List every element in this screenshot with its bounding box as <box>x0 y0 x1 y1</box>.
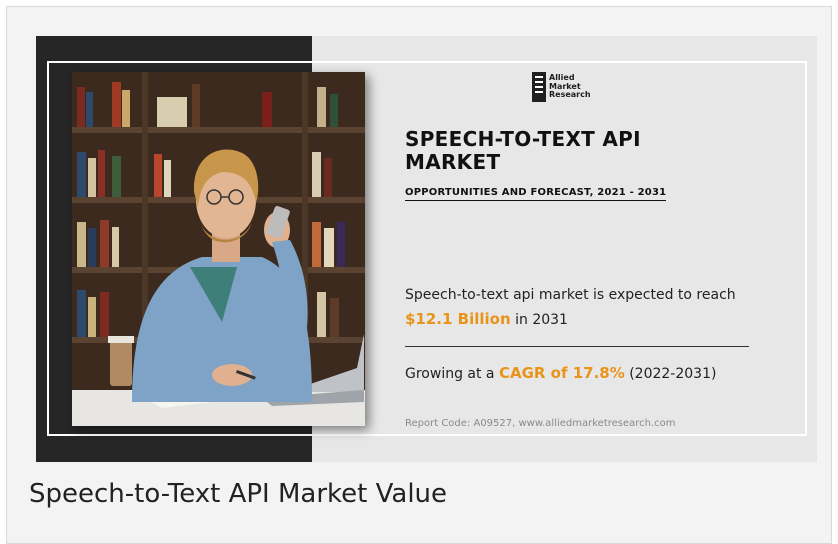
cagr-highlight: CAGR of 17.8% <box>498 364 625 382</box>
banner-subtitle: OPPORTUNITIES AND FORECAST, 2021 - 2031 <box>405 187 667 201</box>
growth-text: Growing at a CAGR of 17.8% (2022-2031) <box>405 364 765 382</box>
growth-prefix: Growing at a <box>405 366 495 382</box>
market-expectation-text: Speech-to-text api market is expected to… <box>405 283 745 332</box>
title-line-1: SPEECH-TO-TEXT API <box>405 127 641 151</box>
figure-caption: Speech-to-Text API Market Value <box>29 479 448 509</box>
report-code: Report Code: A09527, www.alliedmarketres… <box>405 418 676 429</box>
figure-card: Allied Market Research SPEECH-TO-TEXT AP… <box>6 6 832 544</box>
growth-suffix: (2022-2031) <box>629 366 717 382</box>
title-line-2: MARKET <box>405 150 501 174</box>
allied-market-research-logo: Allied Market Research <box>532 72 609 102</box>
divider <box>405 346 749 347</box>
logo-line-3: Research <box>549 90 591 100</box>
logo-icon <box>532 72 546 102</box>
expect-suffix: in 2031 <box>515 312 568 328</box>
banner-title: SPEECH-TO-TEXT API MARKET <box>405 128 725 174</box>
expect-text: Speech-to-text api market is expected to… <box>405 287 736 303</box>
market-banner: Allied Market Research SPEECH-TO-TEXT AP… <box>36 36 817 462</box>
expect-value-highlight: $12.1 Billion <box>405 310 511 328</box>
man-using-phone-photo <box>72 72 365 426</box>
logo-text: Allied Market Research <box>549 74 609 100</box>
